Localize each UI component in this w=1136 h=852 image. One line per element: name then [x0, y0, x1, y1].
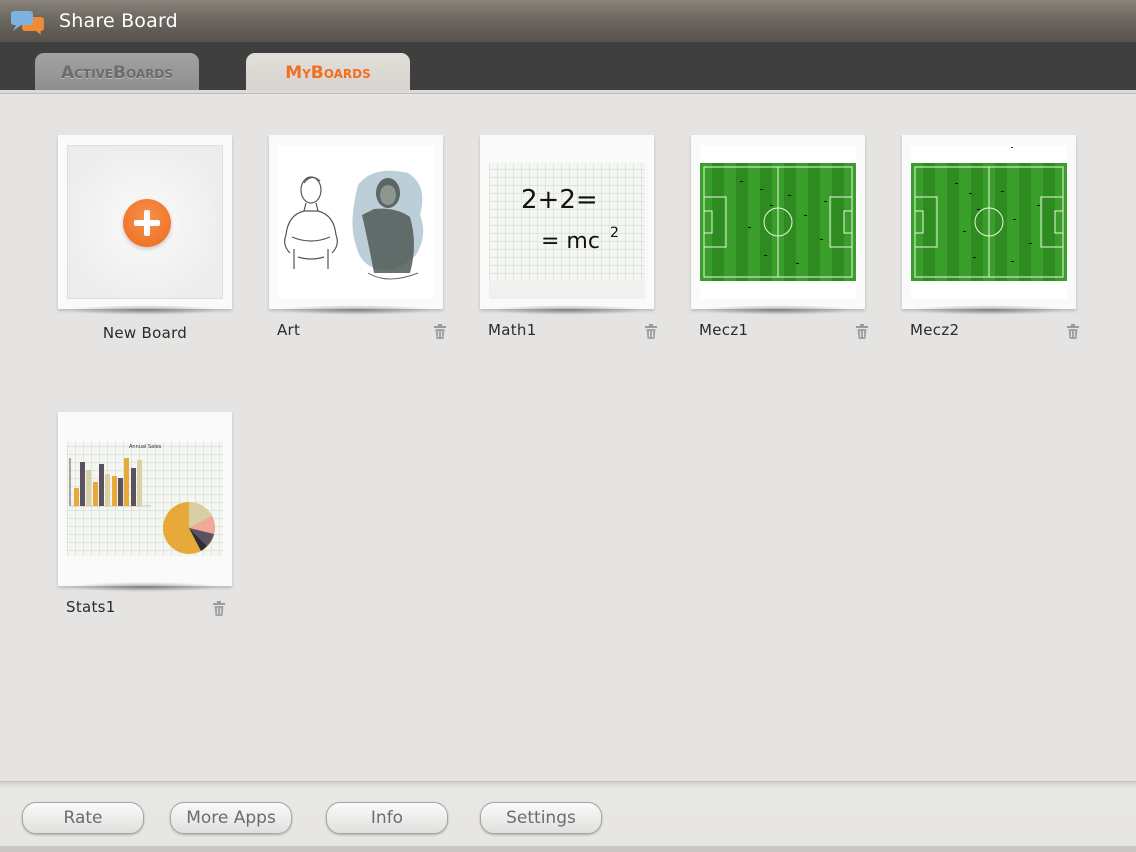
board-thumbnail-stats1: Annual Sales	[67, 422, 223, 576]
tab-divider	[0, 90, 1136, 94]
board-frame	[58, 135, 232, 309]
math-text-superscript: 2	[610, 225, 619, 241]
tab-active-boards[interactable]: ActiveBoards	[35, 53, 199, 93]
trash-icon[interactable]	[644, 324, 658, 340]
board-frame	[691, 135, 865, 309]
board-art[interactable]: Art	[269, 135, 446, 339]
board-label: Stats1	[66, 598, 116, 616]
new-board-area	[67, 145, 223, 299]
footer-bottom-edge	[0, 846, 1136, 852]
board-mecz1[interactable]: Mecz1	[691, 135, 868, 339]
title-bar: Share Board	[0, 0, 1136, 42]
board-frame	[902, 135, 1076, 309]
board-shadow	[68, 305, 222, 315]
board-label: Mecz1	[699, 321, 749, 339]
board-thumbnail-mecz1	[700, 145, 856, 299]
math-text-line1: 2+2=	[521, 185, 598, 215]
board-frame: 2+2= = mc 2	[480, 135, 654, 309]
footer-bar: Rate More Apps Info Settings	[0, 781, 1136, 852]
board-mecz2[interactable]: Mecz2	[902, 135, 1079, 339]
board-thumbnail-mecz2	[911, 145, 1067, 299]
trash-icon[interactable]	[855, 324, 869, 340]
board-math1[interactable]: 2+2= = mc 2 Math1	[480, 135, 657, 339]
thumbnail-footer-strip	[489, 281, 645, 299]
football-pitch-image	[700, 163, 856, 281]
add-board-button[interactable]	[123, 199, 171, 247]
board-thumbnail-art	[278, 145, 434, 299]
rate-button[interactable]: Rate	[22, 802, 144, 834]
board-shadow	[68, 582, 222, 592]
board-shadow	[701, 305, 855, 315]
board-shadow	[490, 305, 644, 315]
board-thumbnail-math1: 2+2= = mc 2	[489, 145, 645, 299]
board-frame: Annual Sales	[58, 412, 232, 586]
app-title: Share Board	[59, 10, 178, 32]
sketch-portraits-image	[284, 170, 424, 280]
chat-bubbles-icon	[11, 11, 44, 35]
tab-my-boards[interactable]: MyBoards	[246, 53, 410, 93]
info-button[interactable]: Info	[326, 802, 448, 834]
settings-button[interactable]: Settings	[480, 802, 602, 834]
football-pitch-image	[911, 147, 1067, 281]
board-frame	[269, 135, 443, 309]
trash-icon[interactable]	[212, 601, 226, 617]
tab-strip: ActiveBoards MyBoards	[0, 42, 1136, 93]
board-label: Mecz2	[910, 321, 960, 339]
boards-grid: New Board Art 2+2= = mc 2 Math1 Mecz1 Me…	[0, 95, 1136, 781]
board-shadow	[912, 305, 1066, 315]
board-label: Math1	[488, 321, 537, 339]
trash-icon[interactable]	[433, 324, 447, 340]
new-board-label: New Board	[102, 324, 188, 342]
board-shadow	[279, 305, 433, 315]
board-label: Art	[277, 321, 301, 339]
charts-image	[69, 458, 215, 554]
more-apps-button[interactable]: More Apps	[170, 802, 292, 834]
trash-icon[interactable]	[1066, 324, 1080, 340]
board-stats1[interactable]: Annual Sales Stats1	[58, 412, 232, 616]
new-board-card[interactable]: New Board	[58, 135, 232, 342]
math-text-line2: = mc	[541, 229, 600, 254]
thumbnail-header-strip	[489, 145, 645, 163]
